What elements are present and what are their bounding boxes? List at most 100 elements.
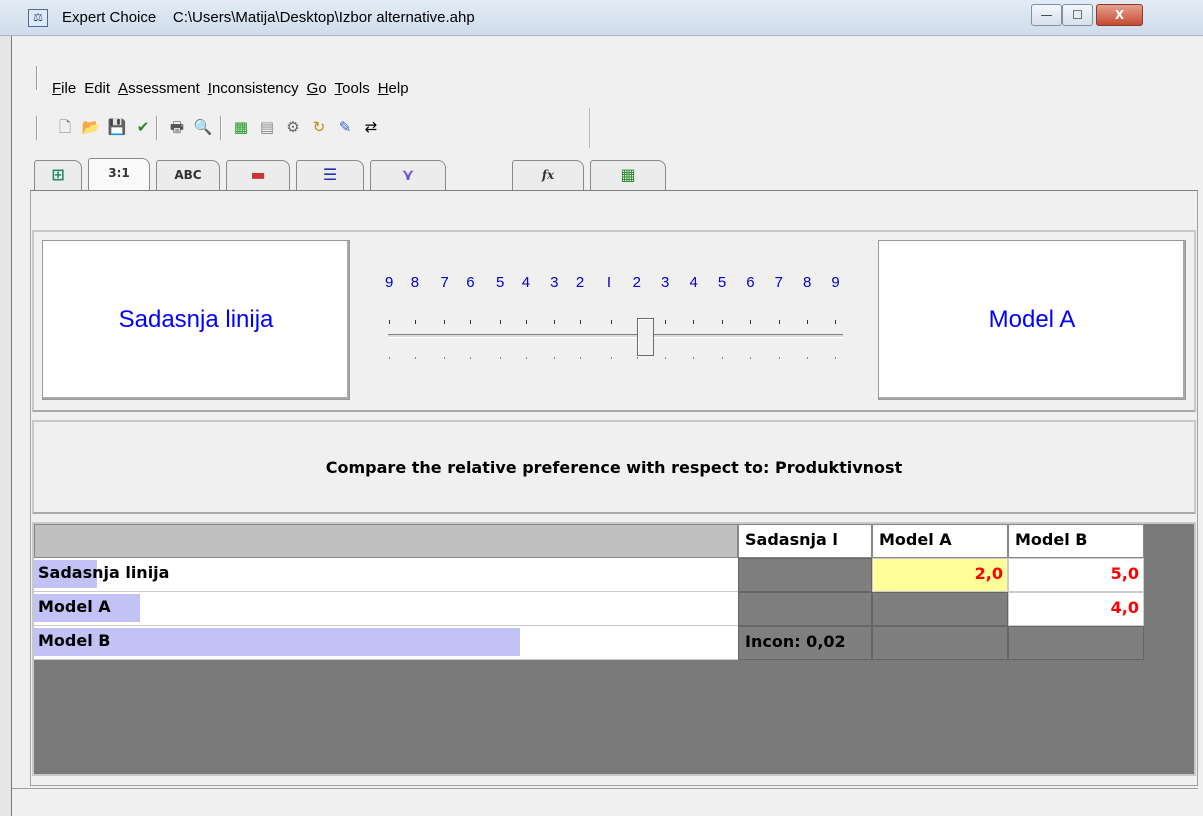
tab-31[interactable]: 3:1 bbox=[88, 158, 150, 190]
checkmark-icon[interactable]: ✔ bbox=[132, 116, 154, 138]
scale-tick-bottom bbox=[610, 357, 612, 359]
tab-fx[interactable]: fx bbox=[512, 160, 584, 190]
matrix-row-name[interactable]: Model A bbox=[34, 592, 738, 626]
matrix-header-corner bbox=[34, 524, 738, 558]
matrix-column-header[interactable]: Model B bbox=[1008, 524, 1144, 558]
scale-tick bbox=[610, 320, 612, 324]
tab-abc[interactable]: ABC bbox=[156, 160, 220, 190]
scale-label: 5 bbox=[717, 274, 727, 291]
matrix-cell-empty bbox=[872, 626, 1008, 660]
slider-track[interactable] bbox=[388, 334, 843, 338]
menu-label: ile bbox=[61, 80, 77, 97]
scale-tick-bottom bbox=[554, 357, 556, 359]
matrix-row-name[interactable]: Sadasnja linija bbox=[34, 558, 738, 592]
scale-label: 4 bbox=[689, 274, 698, 291]
tab-grid-icon[interactable]: ▦ bbox=[590, 160, 666, 190]
tree-icon: ⊞ bbox=[51, 165, 65, 184]
calculator-icon[interactable]: ▦ bbox=[230, 116, 252, 138]
menu-item-assessment[interactable]: Assessment bbox=[118, 80, 200, 97]
menu-label: nconsistency bbox=[211, 80, 299, 97]
scale-label: 5 bbox=[495, 274, 505, 291]
scale-tick bbox=[525, 320, 527, 324]
menu-item-tools[interactable]: Tools bbox=[335, 80, 370, 97]
refresh-icon[interactable]: ↻ bbox=[308, 116, 330, 138]
tab-hierarchy-icon[interactable]: ⋎ bbox=[370, 160, 446, 190]
scale-label: 2 bbox=[632, 274, 642, 291]
menu-item-go[interactable]: Go bbox=[307, 80, 327, 97]
menu-item-file[interactable]: File bbox=[52, 80, 76, 97]
arrows-icon[interactable]: ⇄ bbox=[360, 116, 382, 138]
prompt-text: Compare the relative preference with res… bbox=[325, 457, 903, 477]
maximize-button[interactable]: ☐ bbox=[1062, 4, 1093, 26]
window-title: Expert Choice C:\Users\Matija\Desktop\Iz… bbox=[62, 9, 475, 26]
menu-label: ools bbox=[342, 80, 370, 97]
scale-tick bbox=[806, 320, 808, 324]
scale-tick-bottom bbox=[579, 357, 581, 359]
scale-tick bbox=[499, 320, 501, 324]
scale-tick-bottom bbox=[470, 357, 472, 359]
scale-tick-bottom bbox=[721, 357, 723, 359]
matrix-cell-empty bbox=[872, 592, 1008, 626]
scale-label: 9 bbox=[385, 274, 394, 291]
menu-item-edit[interactable]: Edit bbox=[84, 80, 110, 97]
scale-tick bbox=[693, 320, 695, 324]
matrix-cell[interactable]: 4,0 bbox=[1008, 592, 1144, 626]
scale-tick-bottom bbox=[414, 357, 416, 359]
open-folder-icon[interactable]: 📂 bbox=[80, 116, 102, 138]
slider-thumb[interactable] bbox=[637, 318, 655, 356]
app-name: Expert Choice bbox=[62, 9, 157, 26]
scale-tick-bottom bbox=[806, 357, 808, 359]
right-alternative-box[interactable]: Model A bbox=[878, 240, 1186, 400]
left-alternative-box[interactable]: Sadasnja linija bbox=[42, 240, 350, 400]
matrix-cell-empty: Incon: 0,02 bbox=[738, 626, 872, 660]
scale-label: 7 bbox=[440, 274, 449, 291]
matrix-cell[interactable]: 5,0 bbox=[1008, 558, 1144, 592]
scale-label: 3 bbox=[661, 274, 670, 291]
gear-icon[interactable]: ⚙ bbox=[282, 116, 304, 138]
scale-tick bbox=[665, 320, 667, 324]
scale-tick bbox=[389, 320, 390, 324]
menu-item-help[interactable]: Help bbox=[378, 80, 409, 97]
matrix-cell-empty bbox=[1008, 626, 1144, 660]
menu-item-inconsistency[interactable]: Inconsistency bbox=[208, 80, 299, 97]
print-icon[interactable]: 🖶 bbox=[166, 116, 188, 138]
menu-bar: File Edit Assessment Inconsistency Go Tools He… bbox=[52, 78, 612, 106]
scale-tick bbox=[554, 320, 556, 324]
scale-tick-bottom bbox=[750, 357, 752, 359]
chart-icon[interactable]: ▤ bbox=[256, 116, 278, 138]
close-button[interactable]: X bbox=[1096, 4, 1143, 26]
matrix-cell-empty bbox=[738, 558, 872, 592]
scale-tick bbox=[579, 320, 581, 324]
minimize-button[interactable]: — bbox=[1031, 4, 1062, 26]
toolbar-separator bbox=[220, 116, 222, 140]
scale-label: 7 bbox=[774, 274, 783, 291]
matrix-row-name[interactable]: Model B bbox=[34, 626, 738, 660]
scale-tick bbox=[470, 320, 472, 324]
scale-tick-bottom bbox=[636, 357, 638, 359]
row-label: Sadasnja linija bbox=[38, 563, 170, 582]
tab-tree-icon[interactable]: ⊞ bbox=[34, 160, 82, 190]
scale-tick bbox=[721, 320, 723, 324]
menu-hotkey: G bbox=[306, 80, 319, 97]
scale-tick-bottom bbox=[693, 357, 695, 359]
tab-bar-blue-icon[interactable]: ☰ bbox=[296, 160, 364, 190]
matrix-column-header[interactable]: Model A bbox=[872, 524, 1008, 558]
scale-tick bbox=[778, 320, 780, 324]
print-preview-icon[interactable]: 🔍 bbox=[192, 116, 214, 138]
new-file-icon[interactable]: 🗋 bbox=[54, 116, 76, 138]
prompt-panel: Compare the relative preference with res… bbox=[32, 420, 1196, 514]
matrix-cell[interactable]: 2,0 bbox=[872, 558, 1008, 592]
scale-label: 3 bbox=[550, 274, 559, 291]
matrix-column-header[interactable]: Sadasnja l bbox=[738, 524, 872, 558]
scale-tick-bottom bbox=[499, 357, 501, 359]
save-icon[interactable]: 💾 bbox=[106, 116, 128, 138]
scale-label: 4 bbox=[521, 274, 531, 291]
file-path: C:\Users\Matija\Desktop\Izbor alternativ… bbox=[172, 9, 475, 26]
grid-icon: ▦ bbox=[620, 165, 636, 184]
app-icon: ⚖ bbox=[28, 9, 48, 27]
menu-label: Edit bbox=[84, 80, 111, 97]
pencil-icon[interactable]: ✎ bbox=[334, 116, 356, 138]
tab-bar-red-icon[interactable]: ▬ bbox=[226, 160, 290, 190]
hierarchy-icon: ⋎ bbox=[401, 165, 415, 184]
menu-label: ssessment bbox=[128, 80, 200, 97]
